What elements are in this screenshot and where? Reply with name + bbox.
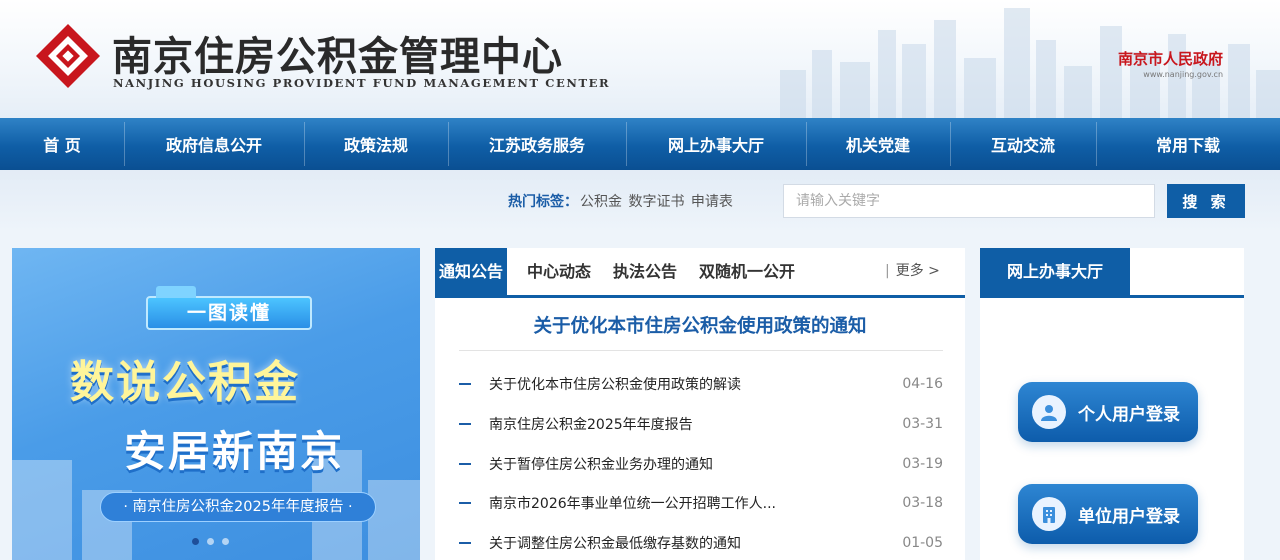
news-more-label: 更多 > xyxy=(895,263,940,279)
online-hall-tabbar: 网上办事大厅 xyxy=(980,248,1244,298)
news-bullet xyxy=(459,463,471,465)
carousel-dot[interactable] xyxy=(192,538,199,545)
tab-notices[interactable]: 通知公告 xyxy=(435,248,508,295)
nav-item-home[interactable]: 首 页 xyxy=(0,118,124,170)
news-item-title: 关于优化本市住房公积金使用政策的解读 xyxy=(489,377,741,393)
personal-login-button[interactable]: 个人用户登录 xyxy=(1018,382,1198,442)
tab-center-news[interactable]: 中心动态 xyxy=(527,248,591,295)
news-item-title: 南京市2026年事业单位统一公开招聘工作人... xyxy=(489,496,776,512)
banner-caption: · 南京住房公积金2025年年度报告 · xyxy=(100,492,376,522)
search-button[interactable]: 搜 索 xyxy=(1167,184,1245,218)
news-item[interactable]: 关于暂停住房公积金业务办理的通知 03-19 xyxy=(459,452,943,476)
hot-tags: 热门标签： 公积金 数字证书 申请表 xyxy=(508,191,733,211)
news-item-date: 03-18 xyxy=(902,495,943,511)
search-bar: 热门标签：公积金 数字证书 申请表 搜 索 xyxy=(0,170,1280,232)
news-bullet xyxy=(459,542,471,544)
banner-title-line1: 数说公积金 xyxy=(70,357,300,408)
building-icon xyxy=(1032,497,1066,531)
news-item-date: 04-16 xyxy=(902,376,943,392)
online-hall-panel: 网上办事大厅 个人用户登录 单位用户登录 xyxy=(980,248,1244,560)
user-icon xyxy=(1032,395,1066,429)
site-header: 南京住房公积金管理中心 NANJING HOUSING PROVIDENT FU… xyxy=(0,0,1280,118)
nav-item-interaction[interactable]: 互动交流 xyxy=(950,118,1096,170)
gov-name: 南京市人民政府 xyxy=(1118,50,1224,68)
news-panel: 通知公告 中心动态 执法公告 双随机一公开 | 更多 > 关于优化本市住房公积金使… xyxy=(435,248,965,560)
nanjing-government-link[interactable]: 南京市人民政府 www.nanjing.gov.cn xyxy=(1118,48,1223,79)
carousel-dot[interactable] xyxy=(207,538,214,545)
unit-login-label: 单位用户登录 xyxy=(1078,506,1180,527)
news-bullet xyxy=(459,383,471,385)
news-bullet xyxy=(459,502,471,504)
logo-icon[interactable] xyxy=(34,22,102,90)
site-subtitle: NANJING HOUSING PROVIDENT FUND MANAGEMEN… xyxy=(113,76,611,90)
news-item-title: 关于暂停住房公积金业务办理的通知 xyxy=(489,457,713,473)
banner-carousel[interactable]: 一图读懂 数说公积金 安居新南京 · 南京住房公积金2025年年度报告 · xyxy=(12,248,420,560)
hot-tag-fund[interactable]: 公积金 xyxy=(580,194,622,210)
news-item-date: 03-19 xyxy=(902,456,943,472)
news-headline[interactable]: 关于优化本市住房公积金使用政策的通知 xyxy=(435,312,965,338)
news-item-date: 03-31 xyxy=(902,416,943,432)
news-more-link[interactable]: | 更多 > xyxy=(885,248,940,295)
nav-item-party[interactable]: 机关党建 xyxy=(806,118,950,170)
main-nav: 首 页 政府信息公开 政策法规 江苏政务服务 网上办事大厅 机关党建 互动交流 … xyxy=(0,118,1280,170)
nav-item-jiangsu-service[interactable]: 江苏政务服务 xyxy=(448,118,626,170)
unit-login-button[interactable]: 单位用户登录 xyxy=(1018,484,1198,544)
headline-divider xyxy=(459,350,943,351)
news-item[interactable]: 南京市2026年事业单位统一公开招聘工作人... 03-18 xyxy=(459,491,943,515)
news-item-title: 关于调整住房公积金最低缴存基数的通知 xyxy=(489,536,741,552)
hot-tags-label: 热门标签： xyxy=(508,194,578,210)
personal-login-label: 个人用户登录 xyxy=(1078,404,1180,425)
carousel-dots xyxy=(192,538,229,545)
tab-random-inspection[interactable]: 双随机一公开 xyxy=(699,248,795,295)
search-input[interactable] xyxy=(783,184,1155,218)
tab-online-hall[interactable]: 网上办事大厅 xyxy=(980,248,1130,295)
news-item[interactable]: 南京住房公积金2025年年度报告 03-31 xyxy=(459,412,943,436)
hot-tag-form[interactable]: 申请表 xyxy=(691,194,733,210)
carousel-dot[interactable] xyxy=(222,538,229,545)
nav-item-downloads[interactable]: 常用下载 xyxy=(1096,118,1280,170)
hot-tag-certificate[interactable]: 数字证书 xyxy=(628,194,684,210)
news-bullet xyxy=(459,423,471,425)
banner-tag: 一图读懂 xyxy=(146,286,312,330)
nav-item-gov-info[interactable]: 政府信息公开 xyxy=(124,118,304,170)
gov-url: www.nanjing.gov.cn xyxy=(1143,70,1224,79)
nav-item-online-hall[interactable]: 网上办事大厅 xyxy=(626,118,806,170)
site-title: 南京住房公积金管理中心 xyxy=(112,33,563,80)
banner-title-line2: 安居新南京 xyxy=(124,427,345,476)
news-item-title: 南京住房公积金2025年年度报告 xyxy=(489,417,693,433)
news-item[interactable]: 关于调整住房公积金最低缴存基数的通知 01-05 xyxy=(459,531,943,555)
nav-item-policy[interactable]: 政策法规 xyxy=(304,118,448,170)
news-tabs: 通知公告 中心动态 执法公告 双随机一公开 | 更多 > xyxy=(435,248,965,298)
news-item-date: 01-05 xyxy=(902,535,943,551)
tab-enforcement[interactable]: 执法公告 xyxy=(613,248,677,295)
news-item[interactable]: 关于优化本市住房公积金使用政策的解读 04-16 xyxy=(459,372,943,396)
